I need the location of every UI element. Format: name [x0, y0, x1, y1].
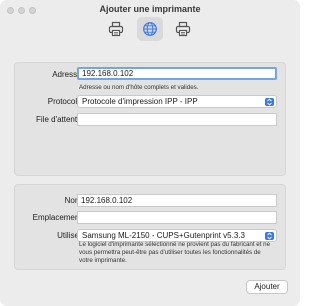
name-input[interactable]: 192.168.0.102	[77, 194, 277, 207]
add-printer-window: Ajouter une imprimante Adresse: 192.168…	[0, 0, 300, 306]
globe-icon	[143, 22, 157, 36]
chevron-up-down-icon	[265, 97, 274, 106]
protocol-select[interactable]: Protocole d'impression IPP - IPP	[77, 95, 277, 108]
chevron-up-down-icon	[265, 231, 274, 240]
tab-ip-printer[interactable]	[137, 17, 163, 41]
tab-windows-printer[interactable]	[170, 17, 196, 41]
add-button[interactable]: Ajouter	[246, 280, 288, 294]
driver-select-value: Samsung ML-2150 - CUPS+Gutenprint v5.3.3	[82, 231, 245, 240]
driver-warning-text: Le logiciel d'imprimante sélectionné ne …	[79, 241, 271, 264]
printer-icon	[175, 21, 191, 37]
queue-input[interactable]	[77, 113, 277, 126]
printer-icon	[108, 21, 124, 37]
location-input[interactable]	[77, 211, 277, 224]
protocol-select-value: Protocole d'impression IPP - IPP	[82, 97, 198, 106]
address-input[interactable]: 192.168.0.102	[77, 67, 277, 80]
ip-settings-panel: Adresse : 192.168.0.102 Adresse ou nom d…	[14, 62, 286, 176]
address-help-text: Adresse ou nom d'hôte complets et valide…	[79, 84, 199, 91]
printer-details-panel: Nom : 192.168.0.102 Emplacement : Utilis…	[14, 184, 286, 270]
window-title: Ajouter une imprimante	[99, 4, 201, 14]
tab-default-printers[interactable]	[103, 17, 129, 41]
title-bar: Ajouter une imprimante	[0, 0, 300, 48]
